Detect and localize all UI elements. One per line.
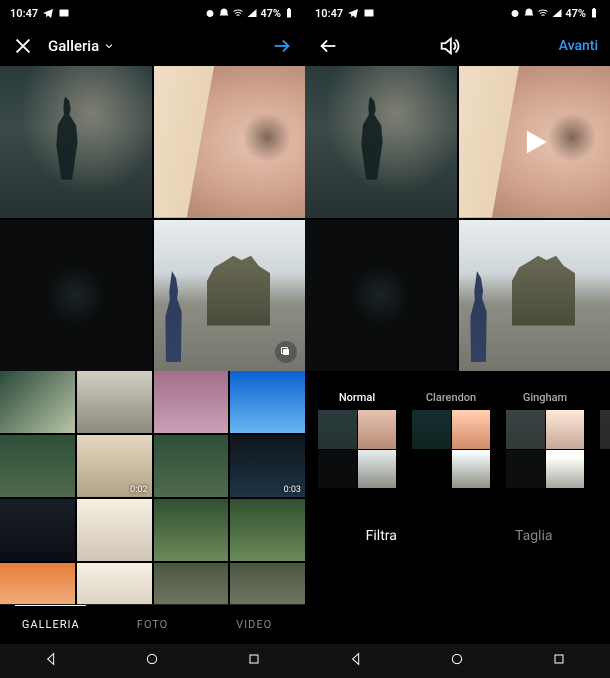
preview-grid [305, 66, 610, 371]
gallery-dropdown[interactable]: Galleria [48, 37, 115, 55]
header-left: Galleria [0, 26, 305, 66]
filter-label: Gingham [523, 391, 567, 404]
alarm-icon [509, 7, 521, 19]
dnd-icon [523, 7, 535, 19]
bottom-tab[interactable]: FOTO [102, 605, 204, 644]
thumbnail[interactable] [77, 371, 152, 433]
telegram-icon [347, 7, 359, 19]
screen-left: 10:47 47% Galleria [0, 0, 305, 678]
thumbnail[interactable] [0, 371, 75, 433]
grid-cell[interactable] [459, 66, 610, 218]
next-arrow-icon[interactable] [271, 35, 293, 57]
thumbnail[interactable] [230, 371, 305, 433]
thumbnail[interactable] [230, 563, 305, 604]
bottom-tabs: GALLERIAFOTOVIDEO [0, 604, 305, 644]
bottom-tab[interactable]: VIDEO [203, 605, 305, 644]
thumbnail[interactable]: 0:03 [230, 435, 305, 497]
android-navbar [305, 644, 610, 678]
edit-tab[interactable]: Taglia [458, 528, 610, 544]
nav-back-icon[interactable] [348, 651, 364, 671]
image-icon [363, 7, 375, 19]
edit-tab[interactable]: Filtra [305, 528, 458, 544]
thumbnail[interactable] [0, 499, 75, 561]
selected-grid [0, 66, 305, 371]
filter-preview [412, 410, 490, 488]
sound-icon[interactable] [438, 35, 460, 57]
wifi-icon [232, 7, 244, 19]
thumbnail[interactable] [77, 499, 152, 561]
thumbnail[interactable] [154, 563, 229, 604]
battery-pct: 47% [260, 7, 281, 20]
filter-preview [318, 410, 396, 488]
header-right: Avanti [305, 26, 610, 66]
multi-select-icon[interactable] [275, 341, 297, 363]
battery-icon [283, 7, 295, 19]
close-icon[interactable] [12, 35, 34, 57]
thumbnail[interactable] [0, 563, 75, 604]
video-duration: 0:02 [130, 485, 147, 495]
thumbnail[interactable] [0, 435, 75, 497]
telegram-icon [42, 7, 54, 19]
thumbnail[interactable] [230, 499, 305, 561]
nav-recent-icon[interactable] [551, 651, 567, 671]
battery-icon [588, 7, 600, 19]
android-navbar [0, 644, 305, 678]
thumbnail[interactable] [154, 435, 229, 497]
video-duration: 0:03 [284, 485, 301, 495]
nav-home-icon[interactable] [449, 651, 465, 671]
thumbnail[interactable] [154, 499, 229, 561]
grid-cell[interactable] [0, 66, 152, 218]
thumbnail[interactable] [154, 371, 229, 433]
wifi-icon [537, 7, 549, 19]
chevron-down-icon [103, 40, 115, 52]
grid-cell[interactable] [305, 220, 457, 372]
edit-tabs: FiltraTaglia [305, 496, 610, 576]
filter-area: Normal Clarendon Gingham M FiltraTaglia [305, 371, 610, 644]
filter-item[interactable]: Gingham [505, 391, 585, 488]
filter-preview [506, 410, 584, 488]
image-icon [58, 7, 70, 19]
next-button[interactable]: Avanti [559, 38, 598, 54]
grid-cell[interactable] [0, 220, 152, 372]
status-bar: 10:47 47% [0, 0, 305, 26]
status-time: 10:47 [315, 7, 343, 20]
gallery-thumbnails[interactable]: 0:02 0:03 [0, 371, 305, 604]
play-icon[interactable] [515, 123, 553, 161]
nav-home-icon[interactable] [144, 651, 160, 671]
status-bar: 10:47 47% [305, 0, 610, 26]
dnd-icon [218, 7, 230, 19]
gallery-label: Galleria [48, 37, 99, 55]
filter-item[interactable]: Clarendon [411, 391, 491, 488]
back-icon[interactable] [317, 35, 339, 57]
screen-right: 10:47 47% Avanti [305, 0, 610, 678]
grid-cell[interactable] [459, 220, 610, 372]
thumbnail[interactable] [77, 563, 152, 604]
signal-icon [246, 7, 258, 19]
filter-label: Normal [339, 391, 375, 404]
grid-cell[interactable] [154, 220, 306, 372]
filter-strip[interactable]: Normal Clarendon Gingham M [305, 371, 610, 496]
nav-recent-icon[interactable] [246, 651, 262, 671]
grid-cell[interactable] [305, 66, 457, 218]
filter-item[interactable]: Normal [317, 391, 397, 488]
thumbnail[interactable]: 0:02 [77, 435, 152, 497]
filter-label: Clarendon [426, 391, 476, 404]
bottom-tab[interactable]: GALLERIA [0, 605, 102, 644]
grid-cell[interactable] [154, 66, 306, 218]
alarm-icon [204, 7, 216, 19]
nav-back-icon[interactable] [43, 651, 59, 671]
filter-item[interactable]: M [599, 391, 610, 488]
battery-pct: 47% [565, 7, 586, 20]
signal-icon [551, 7, 563, 19]
filter-preview [600, 410, 610, 488]
status-time: 10:47 [10, 7, 38, 20]
